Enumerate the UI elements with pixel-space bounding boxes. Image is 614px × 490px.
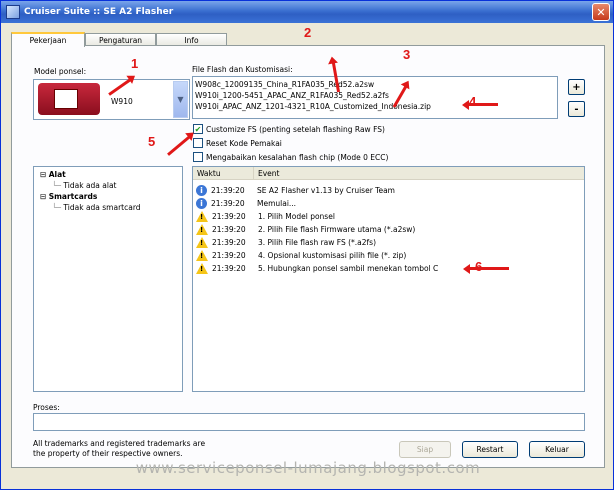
title-bar[interactable]: Cruiser Suite :: SE A2 Flasher ✕ bbox=[1, 1, 613, 23]
log-event: Memulai... bbox=[257, 198, 297, 208]
log-row[interactable]: i 21:39:20 Memulai... bbox=[196, 197, 296, 209]
tree-node-alat[interactable]: ⊟ Alat bbox=[40, 170, 66, 179]
chevron-down-icon[interactable]: ▼ bbox=[173, 81, 188, 118]
log-event: SE A2 Flasher v1.13 by Cruiser Team bbox=[257, 185, 395, 195]
model-label: Model ponsel: bbox=[34, 67, 87, 76]
warning-icon: ! bbox=[196, 236, 208, 248]
tree-leaf[interactable]: └─ Tidak ada alat bbox=[52, 181, 117, 190]
annotation-1: 1 bbox=[131, 56, 139, 71]
log-row[interactable]: ! 21:39:20 5. Hubungkan ponsel sambil mene… bbox=[196, 262, 438, 274]
device-tree[interactable]: ⊟ Alat └─ Tidak ada alat ⊟ Smartcards └─… bbox=[33, 166, 183, 392]
app-icon bbox=[6, 5, 20, 19]
log-time: 21:39:20 bbox=[212, 237, 246, 247]
flash-file-item[interactable]: W908c_12009135_China_R1FA035_Red52.a2sw bbox=[195, 80, 374, 89]
tree-node-smartcards[interactable]: ⊟ Smartcards bbox=[40, 192, 97, 201]
trademark-text: All trademarks and registered trademarks… bbox=[33, 439, 206, 448]
event-log[interactable]: Waktu Event i 21:39:20 SE A2 Flasher v1.13… bbox=[192, 166, 585, 392]
option-customize-fs[interactable]: ✔ Customize FS (penting setelah flashing… bbox=[193, 124, 385, 134]
warning-icon: ! bbox=[196, 249, 208, 261]
annotation-2: 2 bbox=[304, 25, 312, 40]
flash-files-list[interactable]: W908c_12009135_China_R1FA035_Red52.a2sw … bbox=[192, 76, 558, 119]
annotation-4: 4 bbox=[469, 94, 477, 109]
log-time: 21:39:20 bbox=[212, 263, 246, 273]
log-event: 2. Pilih File flash Firmware utama (*.a2… bbox=[258, 224, 416, 234]
checkbox-icon[interactable] bbox=[193, 138, 203, 148]
log-event: 3. Pilih File flash raw FS (*.a2fs) bbox=[258, 237, 377, 247]
phone-image bbox=[38, 83, 100, 115]
flash-file-item[interactable]: W910i_1200-5451_APAC_ANZ_R1FA035_Red52.a… bbox=[195, 91, 389, 100]
restart-button[interactable]: Restart bbox=[462, 441, 518, 458]
progress-label: Proses: bbox=[33, 403, 60, 412]
column-event[interactable]: Event bbox=[254, 167, 584, 180]
warning-icon: ! bbox=[196, 210, 208, 222]
annotation-arrow bbox=[466, 103, 498, 106]
tab-pekerjaan[interactable]: Pekerjaan bbox=[11, 32, 85, 47]
app-window: Cruiser Suite :: SE A2 Flasher ✕ Pekerja… bbox=[0, 0, 614, 490]
tab-bar: Pekerjaan Pengaturan Info bbox=[11, 32, 227, 47]
main-panel: Model ponsel: W910 ▼ File Flash dan Kust… bbox=[11, 45, 605, 468]
log-event: 5. Hubungkan ponsel sambil menekan tombo… bbox=[258, 263, 439, 273]
option-ignore-ecc[interactable]: Mengabaikan kesalahan flash chip (Mode 0… bbox=[193, 152, 388, 162]
siap-button[interactable]: Siap bbox=[399, 441, 451, 458]
log-event: 4. Opsional kustomisasi pilih file (*. z… bbox=[258, 250, 407, 260]
log-time: 21:39:20 bbox=[212, 224, 246, 234]
collapse-icon[interactable]: ⊟ bbox=[40, 170, 46, 179]
column-waktu[interactable]: Waktu bbox=[193, 167, 254, 180]
annotation-3: 3 bbox=[403, 47, 411, 62]
log-row[interactable]: i 21:39:20 SE A2 Flasher v1.13 by Cruiser … bbox=[196, 184, 395, 196]
annotation-5: 5 bbox=[148, 134, 156, 149]
remove-file-button[interactable]: - bbox=[568, 101, 585, 117]
model-select[interactable]: W910 ▼ bbox=[33, 79, 190, 120]
tree-leaf[interactable]: └─ Tidak ada smartcard bbox=[52, 203, 141, 212]
add-file-button[interactable]: + bbox=[568, 79, 585, 95]
option-reset-kode[interactable]: Reset Kode Pemakai bbox=[193, 138, 282, 148]
log-header: Waktu Event bbox=[193, 167, 584, 180]
collapse-icon[interactable]: ⊟ bbox=[40, 192, 46, 201]
model-value: W910 bbox=[111, 97, 133, 106]
window-title: Cruiser Suite :: SE A2 Flasher bbox=[24, 7, 174, 17]
checkbox-icon[interactable] bbox=[193, 152, 203, 162]
log-row[interactable]: ! 21:39:20 1. Pilih Model ponsel bbox=[196, 210, 335, 222]
keluar-button[interactable]: Keluar bbox=[529, 441, 585, 458]
log-row[interactable]: ! 21:39:20 4. Opsional kustomisasi pilih f… bbox=[196, 249, 406, 261]
warning-icon: ! bbox=[196, 223, 208, 235]
phone-screen bbox=[54, 89, 78, 109]
watermark: www.serviceponsel-lumajang.blogspot.com bbox=[135, 459, 481, 477]
log-event: 1. Pilih Model ponsel bbox=[258, 211, 335, 221]
log-time: 21:39:20 bbox=[212, 211, 246, 221]
log-time: 21:39:20 bbox=[212, 250, 246, 260]
flash-files-label: File Flash dan Kustomisasi: bbox=[192, 65, 293, 74]
annotation-arrow bbox=[467, 267, 509, 270]
info-icon: i bbox=[196, 197, 207, 209]
log-row[interactable]: ! 21:39:20 3. Pilih File flash raw FS (*.a… bbox=[196, 236, 376, 248]
info-icon: i bbox=[196, 184, 207, 196]
warning-icon: ! bbox=[196, 262, 208, 274]
log-time: 21:39:20 bbox=[211, 185, 245, 195]
log-time: 21:39:20 bbox=[211, 198, 245, 208]
progress-bar bbox=[33, 413, 585, 431]
trademark-text: the property of their respective owners. bbox=[33, 449, 183, 458]
log-row[interactable]: ! 21:39:20 2. Pilih File flash Firmware ut… bbox=[196, 223, 415, 235]
close-button[interactable]: ✕ bbox=[592, 3, 610, 21]
